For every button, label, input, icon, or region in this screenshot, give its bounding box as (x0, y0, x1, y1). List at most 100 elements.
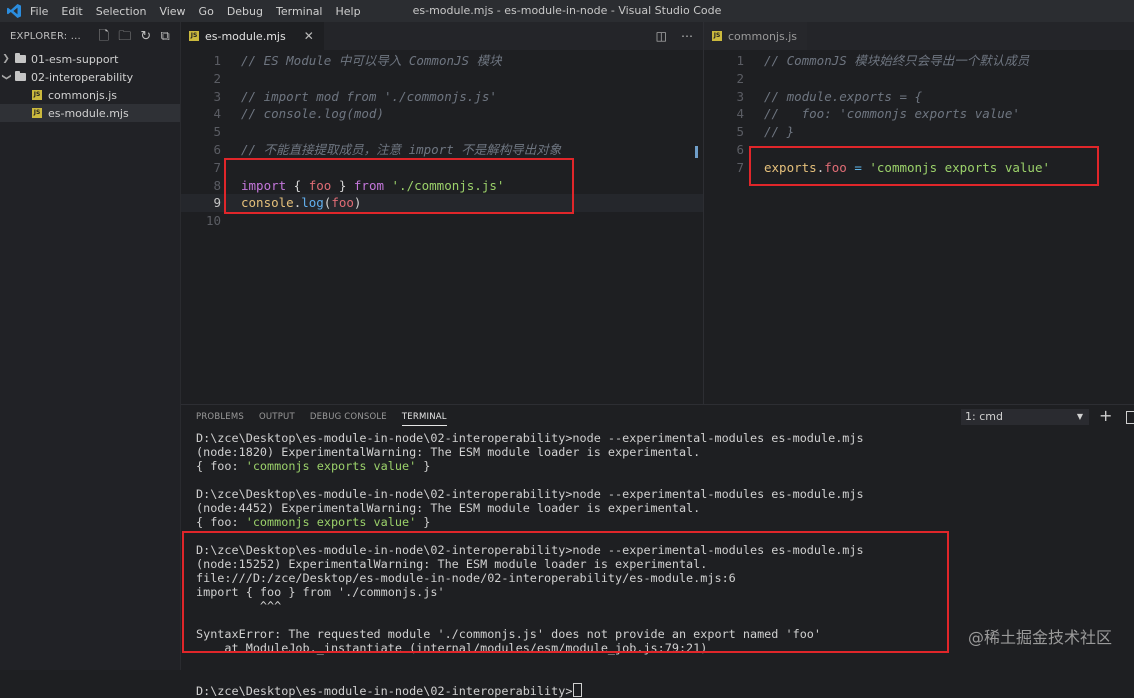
tab-es-module[interactable]: JS es-module.mjs ✕ (181, 22, 324, 50)
watermark: @稀土掘金技术社区 (967, 628, 1112, 647)
split-editor-icon[interactable]: ◫ (656, 29, 667, 43)
js-file-icon: JS (712, 31, 722, 41)
collapse-all-icon[interactable]: ⧉ (161, 30, 170, 43)
terminal-line: (node:1820) ExperimentalWarning: The ESM… (196, 445, 701, 459)
menu-help[interactable]: Help (336, 5, 361, 18)
close-icon[interactable]: ✕ (304, 29, 314, 43)
menu-edit[interactable]: Edit (61, 5, 82, 18)
chevron-down-icon: ❯ (1, 73, 11, 81)
line-number: 5 (736, 124, 744, 140)
new-file-icon[interactable]: 🗋 (99, 30, 110, 43)
line-number: 2 (736, 70, 744, 86)
code-line: // CommonJS 模块始终只会导出一个默认成员 (764, 53, 1030, 68)
js-file-icon: JS (189, 31, 199, 41)
line-number: 7 (213, 159, 221, 175)
menu-go[interactable]: Go (199, 5, 214, 18)
more-icon[interactable]: ⋯ (681, 29, 693, 43)
code-token: import (241, 177, 287, 193)
tree-file-es-module[interactable]: JS es-module.mjs (0, 104, 180, 122)
terminal-line: file:///D:/zce/Desktop/es-module-in-node… (196, 571, 736, 585)
line-number: 1 (213, 53, 221, 68)
terminal-line: D:\zce\Desktop\es-module-in-node\02-inte… (196, 431, 864, 445)
menu-terminal[interactable]: Terminal (276, 5, 323, 18)
tab-label: commonjs.js (728, 29, 797, 43)
terminal-blank (196, 655, 864, 669)
terminal-blank (196, 613, 864, 627)
menu-view[interactable]: View (159, 5, 185, 18)
tab-commonjs[interactable]: JS commonjs.js (704, 22, 807, 50)
terminal-line: { foo: 'commonjs exports value' } (196, 459, 864, 473)
editor-left[interactable]: JS es-module.mjs ✕ ◫ ⋯ 1 // ES Module 中可以… (181, 22, 704, 404)
line-number: 4 (213, 106, 221, 122)
code-line: // module.exports = { (764, 88, 923, 104)
line-number: 6 (213, 141, 221, 157)
split-terminal-icon[interactable] (1126, 411, 1134, 424)
terminal-blank (196, 669, 864, 683)
terminal-line: D:\zce\Desktop\es-module-in-node\02-inte… (196, 487, 864, 501)
terminal-select-value: 1: cmd (965, 410, 1003, 423)
chevron-right-icon: ❯ (2, 54, 10, 64)
code-token: . (816, 159, 825, 175)
explorer-sidebar: EXPLORER: ... 🗋 🗀 ↻ ⧉ ❯ 01-esm-support ❯… (0, 22, 181, 670)
menu-file[interactable]: File (30, 5, 48, 18)
terminal-cursor (573, 683, 583, 697)
code-token: ( (323, 195, 332, 211)
panel-tabs: PROBLEMS OUTPUT DEBUG CONSOLE TERMINAL 1… (181, 405, 1134, 429)
vscode-logo-icon (7, 4, 21, 18)
new-folder-icon[interactable]: 🗀 (118, 30, 131, 43)
tab-output[interactable]: OUTPUT (259, 412, 295, 422)
code-token: { (286, 177, 309, 193)
terminal-line: D:\zce\Desktop\es-module-in-node\02-inte… (196, 543, 864, 557)
code-token: log (301, 195, 324, 211)
terminal-text: { foo: (196, 459, 246, 473)
explorer-header: EXPLORER: ... 🗋 🗀 ↻ ⧉ (0, 22, 180, 50)
menu-debug[interactable]: Debug (227, 5, 263, 18)
code-line: // import mod from './commonjs.js' (241, 88, 497, 104)
tab-problems[interactable]: PROBLEMS (196, 412, 244, 422)
code-token: } (331, 177, 354, 193)
code-token: foo (331, 195, 354, 211)
title-bar: File Edit Selection View Go Debug Termin… (0, 0, 1134, 22)
terminal-select[interactable]: 1: cmd ▼ (961, 409, 1089, 425)
line-number: 4 (736, 106, 744, 122)
code-token: foo (824, 159, 847, 175)
code-left[interactable]: 1 // ES Module 中可以导入 CommonJS 模块 2 3 // im… (181, 50, 703, 230)
tree-file-commonjs[interactable]: JS commonjs.js (0, 86, 180, 104)
tree-label: 02-interoperability (31, 70, 134, 84)
tree-folder-01-esm-support[interactable]: ❯ 01-esm-support (0, 50, 180, 68)
line-number: 3 (736, 88, 744, 104)
code-right[interactable]: 1 // CommonJS 模块始终只会导出一个默认成员 2 3 // module… (704, 50, 1134, 177)
terminal-line: (node:4452) ExperimentalWarning: The ESM… (196, 501, 701, 515)
new-terminal-icon[interactable]: + (1099, 406, 1112, 425)
tab-debug-console[interactable]: DEBUG CONSOLE (310, 412, 387, 422)
tree-folder-02-interoperability[interactable]: ❯ 02-interoperability (0, 68, 180, 86)
code-token: ) (353, 195, 362, 211)
terminal-output[interactable]: D:\zce\Desktop\es-module-in-node\02-inte… (196, 431, 864, 698)
terminal-line: (node:15252) ExperimentalWarning: The ES… (196, 557, 708, 571)
line-number: 10 (205, 213, 221, 229)
code-token: './commonjs.js' (384, 177, 505, 193)
terminal-string: 'commonjs exports value' (245, 459, 417, 473)
terminal-line: ^^^ (196, 599, 282, 613)
refresh-icon[interactable]: ↻ (140, 30, 151, 43)
tab-terminal[interactable]: TERMINAL (401, 412, 447, 426)
terminal-prompt-line: D:\zce\Desktop\es-module-in-node\02-inte… (196, 683, 864, 698)
line-number: 9 (213, 195, 221, 211)
editor-left-tabbar: JS es-module.mjs ✕ ◫ ⋯ (181, 22, 703, 50)
terminal-line: SyntaxError: The requested module './com… (196, 627, 822, 641)
code-line: // } (764, 124, 795, 140)
terminal-line: at ModuleJob._instantiate (internal/modu… (196, 641, 708, 655)
terminal-blank (196, 529, 864, 543)
code-line: // ES Module 中可以导入 CommonJS 模块 (241, 53, 502, 68)
terminal-blank (196, 473, 864, 487)
chevron-down-icon: ▼ (1076, 412, 1083, 421)
editor-actions: ◫ ⋯ (656, 29, 693, 43)
js-file-icon: JS (32, 90, 42, 100)
code-token: exports (764, 159, 817, 175)
terminal-string: 'commonjs exports value' (245, 515, 417, 529)
tree-label: commonjs.js (48, 88, 117, 102)
js-file-icon: JS (32, 108, 42, 118)
editor-right[interactable]: JS commonjs.js 1 // CommonJS 模块始终只会导出一个默认… (704, 22, 1134, 404)
code-line: // 不能直接提取成员，注意 import 不是解构导出对象 (241, 141, 562, 157)
menu-selection[interactable]: Selection (96, 5, 147, 18)
